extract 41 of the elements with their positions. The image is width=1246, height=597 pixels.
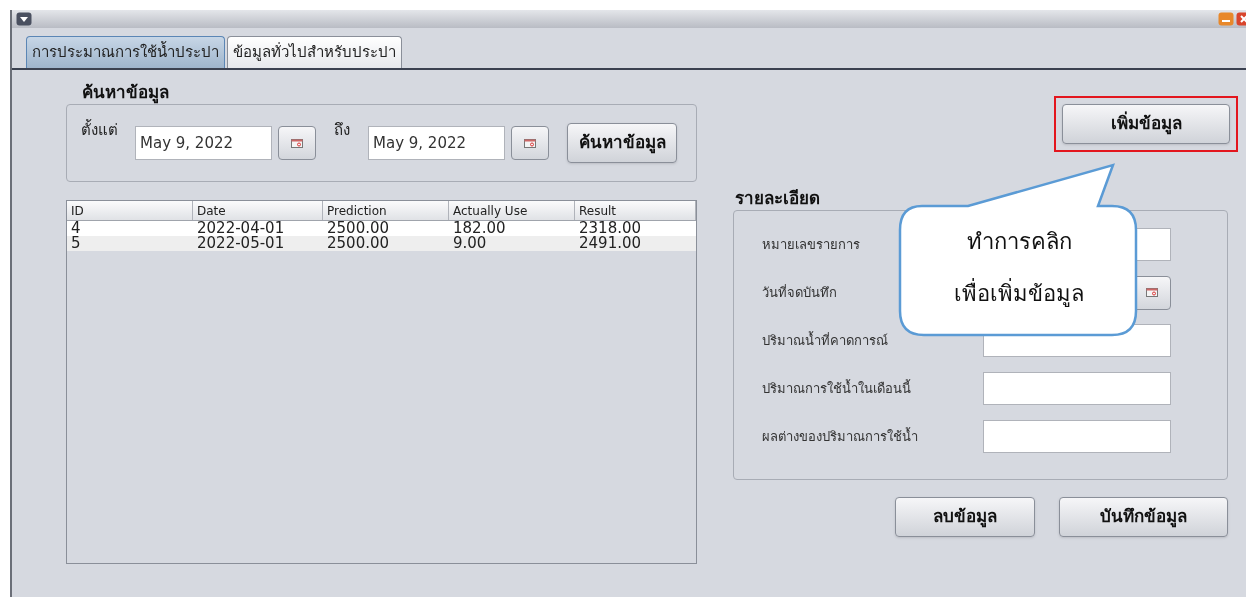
column-header[interactable]: ID bbox=[67, 201, 193, 220]
field-label: ถึง bbox=[333, 120, 351, 141]
column-header[interactable]: Result bbox=[575, 201, 696, 220]
column-header[interactable]: Actually Use bbox=[449, 201, 575, 220]
table-cell-text: 2022-04-01 bbox=[196, 221, 286, 236]
field-label: ตั้งแต่ bbox=[81, 119, 119, 141]
dropdown-icon[interactable] bbox=[16, 12, 32, 26]
minimize-icon[interactable] bbox=[1218, 12, 1234, 26]
search-button[interactable]: ค้นหาข้อมูล bbox=[567, 123, 677, 163]
field-label: ปริมาณน้ำที่คาดการณ์ bbox=[762, 330, 889, 350]
calendar-icon bbox=[1146, 288, 1158, 297]
calendar-icon bbox=[291, 138, 303, 148]
calendar-button[interactable] bbox=[278, 126, 316, 160]
table-cell-text: 2491.00 bbox=[578, 236, 643, 251]
section-title: ค้นหาข้อมูล bbox=[82, 81, 170, 104]
table-cell-text: 2500.00 bbox=[326, 221, 391, 236]
save-button[interactable]: บันทึกข้อมูล bbox=[1059, 497, 1228, 537]
input-field[interactable] bbox=[983, 420, 1171, 453]
table-cell-text: 2022-05-01 bbox=[196, 236, 286, 251]
table-cell-text: 5 bbox=[70, 236, 82, 251]
callout-text: เพื่อเพิ่มข้อมูล bbox=[954, 279, 1084, 309]
table-cell-text: 2318.00 bbox=[578, 221, 643, 236]
field-label: ผลต่างของปริมาณการใช้น้ำ bbox=[762, 426, 919, 446]
section-title: รายละเอียด bbox=[735, 187, 821, 210]
table-cell-text: 182.00 bbox=[452, 221, 507, 236]
column-header[interactable]: Prediction bbox=[323, 201, 449, 220]
input-field[interactable] bbox=[983, 372, 1171, 405]
calendar-button[interactable] bbox=[511, 126, 549, 160]
table-cell-text: 9.00 bbox=[452, 236, 488, 251]
date-field[interactable]: May 9, 2022 bbox=[368, 126, 505, 160]
callout-text: ทำการคลิก bbox=[966, 228, 1072, 256]
date-field[interactable]: May 9, 2022 bbox=[135, 126, 272, 160]
calendar-icon bbox=[524, 138, 536, 148]
tab[interactable]: การประมาณการใช้น้ำประปา bbox=[26, 36, 225, 68]
tab[interactable]: ข้อมูลทั่วไปสำหรับประปา bbox=[227, 36, 402, 68]
table-cell-text: 2500.00 bbox=[326, 236, 391, 251]
column-header[interactable]: Date bbox=[193, 201, 323, 220]
add-button[interactable]: เพิ่มข้อมูล bbox=[1062, 104, 1230, 144]
field-label: ปริมาณการใช้น้ำในเดือนนี้ bbox=[762, 378, 912, 398]
table-cell-text: 4 bbox=[70, 221, 82, 236]
delete-button[interactable]: ลบข้อมูล bbox=[895, 497, 1035, 537]
